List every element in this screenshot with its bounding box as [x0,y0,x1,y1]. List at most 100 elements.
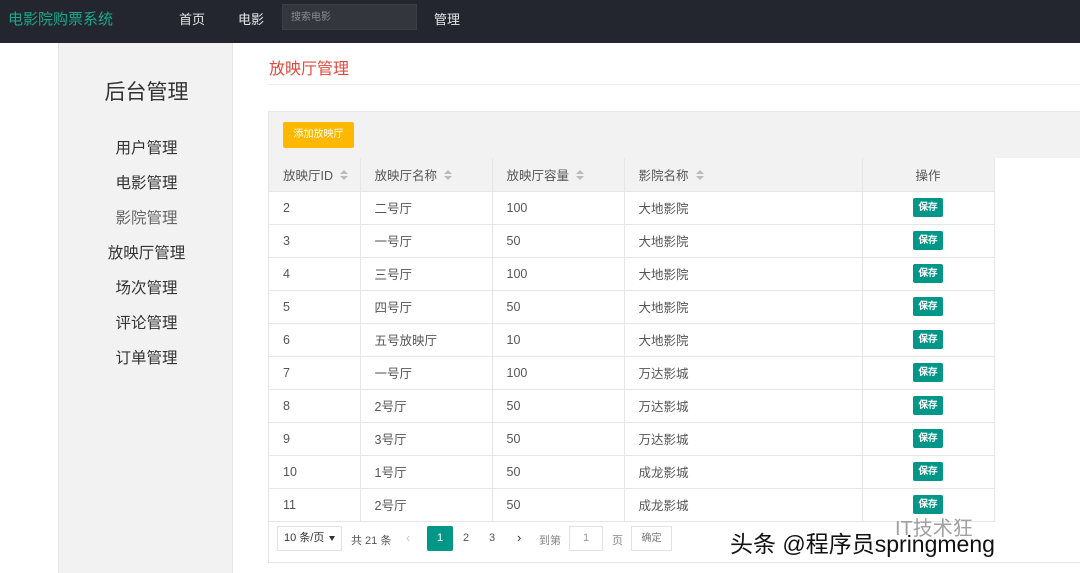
save-button[interactable]: 保存 [913,198,943,217]
page-3[interactable]: 3 [479,526,505,551]
sidebar-item-cinemas[interactable]: 影院管理 [59,206,234,228]
page-1[interactable]: 1 [427,526,453,551]
save-button[interactable]: 保存 [913,429,943,448]
cell-capacity: 50 [492,422,625,456]
column-label: 放映厅ID [283,168,334,183]
cell-capacity: 100 [492,356,625,390]
save-button[interactable]: 保存 [913,363,943,382]
total-count: 共 21 条 [351,535,392,547]
table-row: 7 一号厅 100 万达影城 保存 [269,356,995,390]
sidebar-item-movies[interactable]: 电影管理 [59,171,234,193]
save-button[interactable]: 保存 [913,462,943,481]
next-page-icon[interactable]: › [517,530,521,545]
cell-cinema-name: 成龙影城 [624,488,863,522]
nav-movies[interactable]: 电影 [238,9,264,28]
table-row: 11 2号厅 50 成龙影城 保存 [269,488,995,522]
table-row: 4 三号厅 100 大地影院 保存 [269,257,995,291]
cell-capacity: 100 [492,257,625,291]
cell-hall-id: 4 [269,257,361,291]
table-header-row: 放映厅ID 放映厅名称 放映厅容量 影院名称 操作 [269,158,995,192]
column-label: 影院名称 [638,168,689,183]
cell-actions: 保存 [862,257,995,291]
column-header-hall-id[interactable]: 放映厅ID [269,158,361,192]
cell-cinema-name: 大地影院 [624,224,863,258]
brand-logo-text[interactable]: 电影院购票系统 [8,8,113,29]
sort-icon[interactable] [695,170,704,182]
cell-hall-name: 2号厅 [360,488,493,522]
cell-hall-name: 二号厅 [360,191,493,225]
admin-sidebar: 后台管理 用户管理 电影管理 影院管理 放映厅管理 场次管理 评论管理 订单管理 [58,43,233,573]
cell-capacity: 50 [492,488,625,522]
sidebar-item-comments[interactable]: 评论管理 [59,311,234,333]
page-title: 放映厅管理 [269,61,350,78]
cell-cinema-name: 大地影院 [624,191,863,225]
column-header-hall-name[interactable]: 放映厅名称 [360,158,493,192]
cell-actions: 保存 [862,455,995,489]
save-button[interactable]: 保存 [913,264,943,283]
column-header-cinema-name[interactable]: 影院名称 [624,158,863,192]
caret-down-icon [329,536,335,541]
sidebar-item-users[interactable]: 用户管理 [59,136,234,158]
goto-label: 到第 [539,535,561,547]
cell-actions: 保存 [862,389,995,423]
cell-hall-id: 3 [269,224,361,258]
page-unit-label: 页 [612,535,623,547]
cell-hall-name: 三号厅 [360,257,493,291]
nav-home[interactable]: 首页 [179,9,205,28]
cell-hall-id: 2 [269,191,361,225]
sidebar-item-orders[interactable]: 订单管理 [59,346,234,368]
cell-capacity: 50 [492,224,625,258]
cell-cinema-name: 万达影城 [624,422,863,456]
search-movie-input[interactable] [282,4,417,30]
sidebar-item-sessions[interactable]: 场次管理 [59,276,234,298]
cell-cinema-name: 大地影院 [624,257,863,291]
table-row: 6 五号放映厅 10 大地影院 保存 [269,323,995,357]
sidebar-item-halls[interactable]: 放映厅管理 [59,241,234,263]
cell-actions: 保存 [862,290,995,324]
cell-hall-id: 8 [269,389,361,423]
cell-hall-id: 5 [269,290,361,324]
page-2[interactable]: 2 [453,526,479,551]
cell-hall-id: 9 [269,422,361,456]
sidebar-title: 后台管理 [104,81,189,104]
add-hall-button[interactable]: 添加放映厅 [283,122,354,148]
cell-capacity: 50 [492,290,625,324]
cell-hall-name: 2号厅 [360,389,493,423]
title-divider [268,84,1080,85]
cell-capacity: 50 [492,389,625,423]
table-row: 3 一号厅 50 大地影院 保存 [269,224,995,258]
cell-cinema-name: 万达影城 [624,389,863,423]
goto-page-input[interactable]: 1 [569,526,603,551]
cell-hall-name: 五号放映厅 [360,323,493,357]
table-row: 5 四号厅 50 大地影院 保存 [269,290,995,324]
table-body: 2 二号厅 100 大地影院 保存 3 一号厅 50 大地影院 保存 4 三号厅 100 大地影院 保存 5 四… [269,191,995,522]
sort-icon[interactable] [340,170,349,182]
save-button[interactable]: 保存 [913,330,943,349]
cell-actions: 保存 [862,224,995,258]
sort-icon[interactable] [576,170,585,182]
table-row: 10 1号厅 50 成龙影城 保存 [269,455,995,489]
cell-cinema-name: 大地影院 [624,323,863,357]
cell-hall-id: 10 [269,455,361,489]
nav-manage[interactable]: 管理 [434,9,460,28]
save-button[interactable]: 保存 [913,231,943,250]
column-header-capacity[interactable]: 放映厅容量 [492,158,625,192]
table-row: 2 二号厅 100 大地影院 保存 [269,191,995,225]
cell-actions: 保存 [862,323,995,357]
table-row: 9 3号厅 50 万达影城 保存 [269,422,995,456]
cell-actions: 保存 [862,191,995,225]
sort-icon[interactable] [444,170,453,182]
save-button[interactable]: 保存 [913,297,943,316]
save-button[interactable]: 保存 [913,396,943,415]
column-label: 放映厅容量 [506,168,570,183]
cell-hall-name: 一号厅 [360,224,493,258]
page-size-select[interactable]: 10 条/页 [277,526,342,551]
cell-hall-name: 3号厅 [360,422,493,456]
cell-hall-name: 四号厅 [360,290,493,324]
goto-confirm-button[interactable]: 确定 [631,526,672,551]
column-label: 放映厅名称 [374,168,438,183]
prev-page-icon[interactable]: ‹ [406,530,410,545]
cell-actions: 保存 [862,356,995,390]
top-navbar: 电影院购票系统 首页 电影 管理 [0,0,1080,43]
cell-capacity: 100 [492,191,625,225]
